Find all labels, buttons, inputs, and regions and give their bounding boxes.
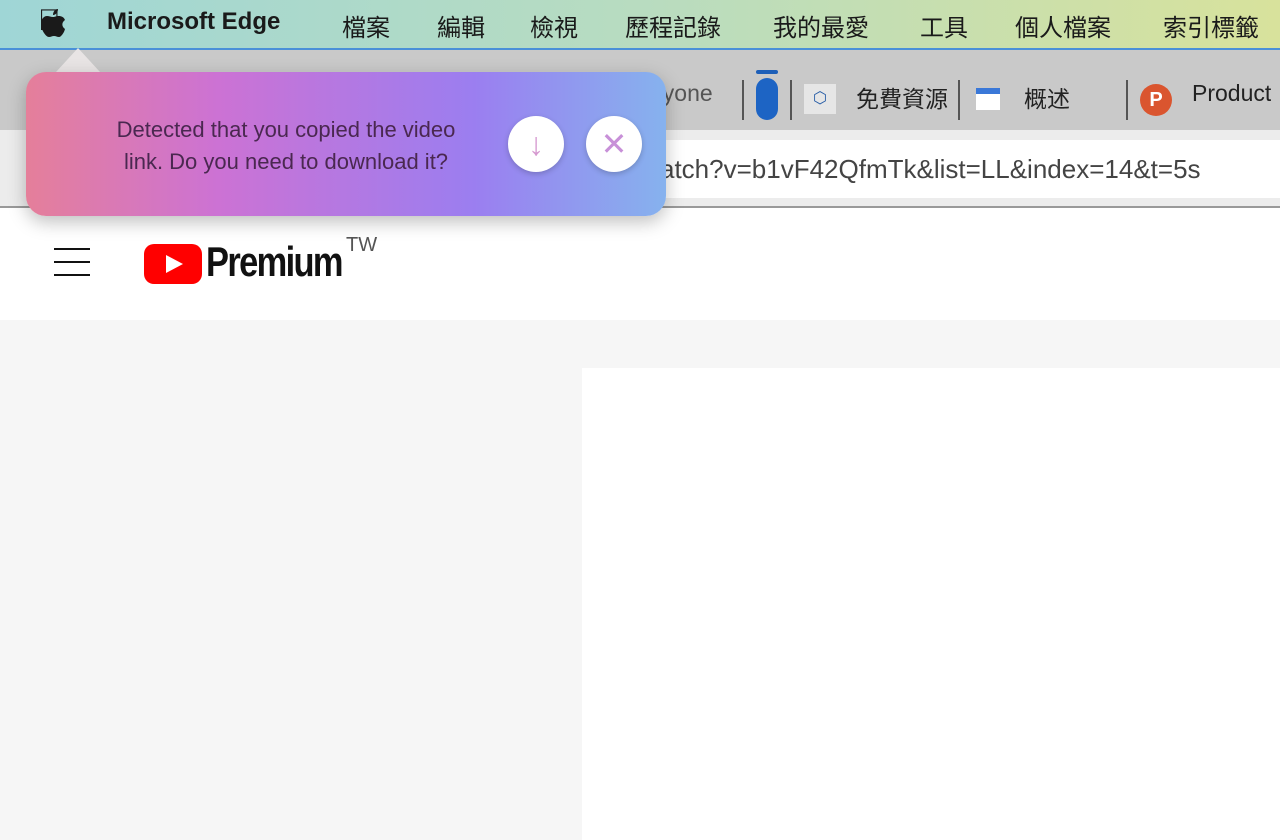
- pinned-tab-icon[interactable]: [756, 78, 778, 120]
- popup-pointer: [56, 48, 100, 72]
- popup-message-line: Detected that you copied the video: [116, 117, 456, 142]
- producthunt-icon: P: [1140, 84, 1172, 116]
- tab-divider: [790, 80, 792, 120]
- tab-divider: [958, 80, 960, 120]
- download-button[interactable]: ↓: [508, 116, 564, 172]
- tab-product[interactable]: Product: [1192, 80, 1271, 107]
- download-prompt-popup: Detected that you copied the video link.…: [26, 72, 666, 216]
- menu-profile[interactable]: 個人檔案: [1015, 8, 1111, 43]
- box-favicon-icon: ⬡: [804, 84, 836, 114]
- popup-message-line: link. Do you need to download it?: [123, 149, 449, 174]
- menu-view[interactable]: 檢視: [530, 8, 578, 43]
- tab-indicator: [756, 70, 778, 74]
- tab-divider: [1126, 80, 1128, 120]
- close-button[interactable]: ✕: [586, 116, 642, 172]
- menu-favorites[interactable]: 我的最愛: [773, 8, 869, 43]
- tab-divider: [742, 80, 744, 120]
- menu-history[interactable]: 歷程記錄: [625, 8, 721, 43]
- menu-edit[interactable]: 編輯: [437, 8, 485, 43]
- menu-tools[interactable]: 工具: [920, 8, 968, 43]
- tab-overview[interactable]: 概述: [1024, 80, 1070, 114]
- content-panel: [582, 368, 1280, 840]
- youtube-header: Premium TW: [0, 208, 1280, 320]
- arrow-down-icon: ↓: [528, 125, 544, 162]
- apple-logo-icon: [41, 9, 65, 37]
- region-code: TW: [346, 234, 378, 256]
- youtube-logo-icon[interactable]: [144, 244, 202, 284]
- app-menu[interactable]: Microsoft Edge: [107, 8, 280, 36]
- tool-favicon-icon: [976, 88, 1000, 110]
- hamburger-menu-icon[interactable]: [54, 248, 90, 278]
- menu-bar:  Microsoft Edge 檔案 編輯 檢視 歷程記錄 我的最愛 工具 個…: [0, 0, 1280, 48]
- tab-free-resources[interactable]: 免費資源: [856, 80, 950, 114]
- close-icon: ✕: [600, 126, 628, 162]
- url-field[interactable]: atch?v=b1vF42QfmTk&list=LL&index=14&t=5s: [600, 140, 1280, 198]
- menu-tabs[interactable]: 索引標籤: [1163, 8, 1259, 43]
- menu-file[interactable]: 檔案: [342, 8, 390, 43]
- popup-message: Detected that you copied the video link.…: [66, 114, 506, 178]
- youtube-premium-logo[interactable]: Premium: [206, 238, 344, 286]
